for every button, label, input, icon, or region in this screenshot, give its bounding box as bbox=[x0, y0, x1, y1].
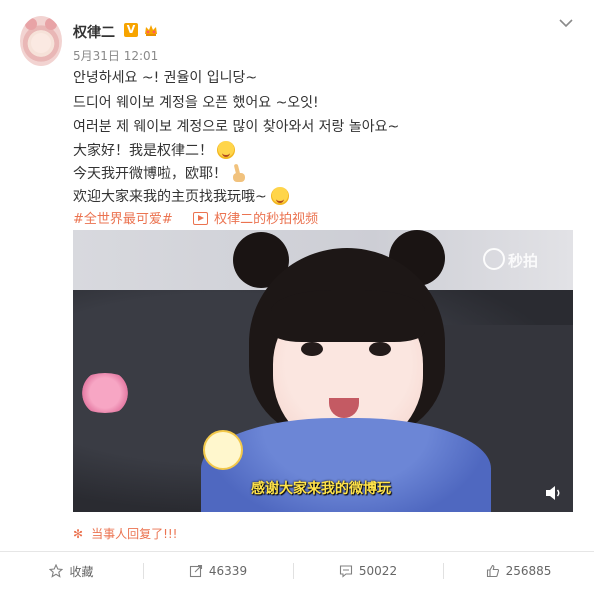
video-subtitle: 感谢大家来我的微博玩 bbox=[251, 481, 391, 497]
asterisk-icon: ✻ bbox=[73, 527, 84, 541]
thumbs-up-icon bbox=[486, 564, 499, 578]
crown-member-icon[interactable] bbox=[143, 22, 159, 38]
verified-badge-icon[interactable]: V bbox=[124, 23, 138, 37]
comment-count: 50022 bbox=[358, 564, 398, 578]
repost-count: 46339 bbox=[208, 564, 248, 578]
action-toolbar: 收藏 46339 50022 256885 bbox=[0, 551, 594, 590]
like-count: 256885 bbox=[505, 564, 552, 578]
video-eye bbox=[369, 342, 391, 356]
post-text-line: 여러분 제 웨이보 계정으로 많이 찾아와서 저랑 놀아요~ bbox=[73, 119, 400, 135]
star-icon bbox=[49, 564, 64, 578]
volume-icon[interactable] bbox=[545, 485, 563, 501]
tongue-emoji-icon bbox=[217, 141, 235, 159]
reply-notice[interactable]: ✻ 当事人回复了!!! bbox=[73, 525, 178, 542]
post-text-line: 안녕하세요 ~! 권율이 입니당~ bbox=[73, 70, 258, 86]
video-link-icon[interactable] bbox=[193, 212, 209, 225]
avatar[interactable] bbox=[20, 16, 62, 66]
like-button[interactable]: 256885 bbox=[443, 552, 594, 590]
sun-sticker-icon bbox=[203, 430, 243, 470]
post-text-line: 今天我开微博啦，欧耶！ bbox=[73, 163, 247, 183]
post-text-line: 大家好！我是权律二！ bbox=[73, 140, 235, 160]
repost-button[interactable]: 46339 bbox=[143, 552, 293, 590]
author-name[interactable]: 权律二 bbox=[73, 22, 115, 42]
video-bangs bbox=[271, 290, 425, 342]
camera-watermark-icon bbox=[483, 248, 505, 270]
video-link[interactable]: 权律二的秒拍视频 bbox=[214, 212, 318, 227]
post-text-line: 드디어 웨이보 계정을 오픈 했어요 ~오잇! bbox=[73, 95, 319, 111]
video-player[interactable]: 秒拍 感谢大家来我的微博玩 bbox=[73, 230, 573, 512]
post-time[interactable]: 5月31日 12:01 bbox=[73, 47, 158, 64]
post-text-line: 欢迎大家来我的主页找我玩哦~ bbox=[73, 186, 289, 206]
favorite-label: 收藏 bbox=[69, 564, 94, 579]
favorite-button[interactable]: 收藏 bbox=[0, 552, 143, 590]
chevron-down-icon[interactable] bbox=[558, 18, 574, 28]
post-links: #全世界最可爱# 权律二的秒拍视频 bbox=[73, 208, 318, 227]
comment-icon bbox=[339, 565, 352, 578]
avatar-hood-ear bbox=[25, 18, 37, 30]
video-pink-toy bbox=[73, 373, 137, 413]
kiss-emoji-icon bbox=[270, 187, 289, 205]
peace-hand-emoji-icon bbox=[231, 164, 247, 182]
avatar-face bbox=[31, 33, 51, 53]
comment-button[interactable]: 50022 bbox=[293, 552, 443, 590]
avatar-hood-ear bbox=[45, 18, 57, 30]
video-eye bbox=[301, 342, 323, 356]
weibo-post-card: 权律二 V 5月31日 12:01 안녕하세요 ~! 권율이 입니당~ 드디어 … bbox=[0, 0, 594, 590]
repost-icon bbox=[189, 564, 202, 578]
video-watermark: 秒拍 bbox=[483, 248, 538, 271]
hashtag-link[interactable]: #全世界最可爱# bbox=[73, 212, 173, 227]
